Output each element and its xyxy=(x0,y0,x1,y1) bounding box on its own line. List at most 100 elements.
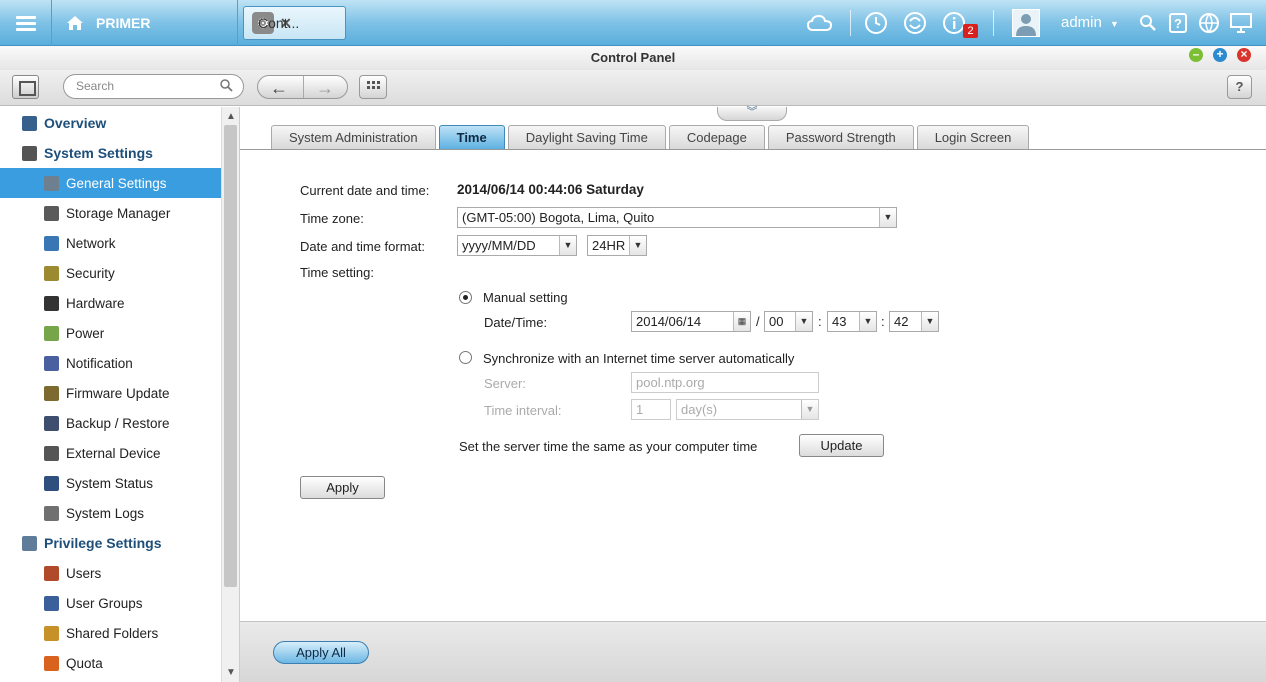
sidebar-item-storage-manager[interactable]: Storage Manager xyxy=(0,198,221,228)
second-select[interactable]: 42 ▼ xyxy=(889,311,939,332)
hour-select[interactable]: 00 ▼ xyxy=(764,311,813,332)
apply-all-button[interactable]: Apply All xyxy=(273,641,369,664)
sync-server-radio[interactable] xyxy=(459,351,472,364)
date-input[interactable]: 2014/06/14 ▦ xyxy=(631,311,751,332)
lock-icon xyxy=(44,265,59,281)
scroll-up-icon[interactable]: ▲ xyxy=(226,111,236,122)
clock-icon[interactable] xyxy=(862,9,890,37)
hour-format-select[interactable]: 24HR ▼ xyxy=(587,235,647,256)
interval-value: 1 xyxy=(636,402,644,417)
minimize-icon[interactable]: – xyxy=(1189,48,1203,62)
calendar-icon[interactable]: ▦ xyxy=(733,312,750,331)
tab-daylight-saving-time[interactable]: Daylight Saving Time xyxy=(507,125,666,149)
sidebar-item-system-status[interactable]: System Status xyxy=(0,468,221,498)
close-window-icon[interactable]: × xyxy=(1237,48,1251,62)
sidebar-item-power[interactable]: Power xyxy=(0,318,221,348)
toolbar: Search ← → ? xyxy=(0,70,1266,106)
search-icon[interactable] xyxy=(1134,9,1162,37)
sidebar-item-overview[interactable]: Overview xyxy=(0,108,221,138)
maximize-icon[interactable]: + xyxy=(1213,48,1227,62)
sidebar-item-label: Privilege Settings xyxy=(44,535,162,551)
search-icon[interactable] xyxy=(220,79,233,92)
current-datetime-label: Current date and time: xyxy=(300,183,430,198)
user-groups-icon xyxy=(44,595,59,611)
tab-system-administration[interactable]: System Administration xyxy=(271,125,436,149)
home-button[interactable]: PRIMER xyxy=(52,0,238,46)
sidebar-item-notification[interactable]: Notification xyxy=(0,348,221,378)
home-label: PRIMER xyxy=(96,15,151,31)
sidebar-item-network[interactable]: Network xyxy=(0,228,221,258)
sync-icon[interactable] xyxy=(901,9,929,37)
sidebar-item-privilege-settings[interactable]: Privilege Settings xyxy=(0,528,221,558)
sidebar-item-label: Quota xyxy=(66,655,103,671)
sidebar-item-users[interactable]: Users xyxy=(0,558,221,588)
chevron-down-icon: ▼ xyxy=(559,236,576,255)
chevron-down-icon: ▼ xyxy=(629,236,646,255)
tab-password-strength[interactable]: Password Strength xyxy=(767,125,914,149)
sidebar-item-hardware[interactable]: Hardware xyxy=(0,288,221,318)
main-menu-button[interactable] xyxy=(0,0,52,46)
sidebar-item-label: System Status xyxy=(66,475,154,491)
overview-icon xyxy=(22,115,37,131)
timezone-label: Time zone: xyxy=(300,211,364,226)
tab-login-screen[interactable]: Login Screen xyxy=(916,125,1030,149)
apply-button[interactable]: Apply xyxy=(300,476,385,499)
sidebar-item-label: General Settings xyxy=(66,175,167,191)
sidebar-scrollbar[interactable]: ▲ ▼ xyxy=(221,107,239,682)
sidebar-item-quota[interactable]: Quota xyxy=(0,648,221,678)
logs-icon xyxy=(44,505,59,521)
help-button[interactable]: ? xyxy=(1227,75,1252,99)
sidebar-item-label: Security xyxy=(66,265,115,281)
minute-select[interactable]: 43 ▼ xyxy=(827,311,877,332)
notification-badge: 2 xyxy=(963,24,978,38)
cloud-icon[interactable] xyxy=(806,9,834,37)
sidebar-item-label: System Logs xyxy=(66,505,145,521)
search-input[interactable]: Search xyxy=(63,74,244,99)
sidebar-toggle-button[interactable] xyxy=(12,75,39,99)
manual-setting-radio[interactable] xyxy=(459,291,472,304)
users-icon xyxy=(44,565,59,581)
globe-icon[interactable] xyxy=(1195,9,1223,37)
update-button[interactable]: Update xyxy=(799,434,884,457)
grid-icon xyxy=(367,81,380,89)
back-arrow-icon[interactable]: ← xyxy=(270,78,288,99)
sidebar-item-general-settings[interactable]: General Settings xyxy=(0,168,221,198)
quota-icon xyxy=(44,655,59,671)
collapse-tabs-button[interactable]: ︾ xyxy=(717,107,787,121)
tab-codepage[interactable]: Codepage xyxy=(668,125,765,149)
scroll-down-icon[interactable]: ▼ xyxy=(226,667,236,678)
sidebar-item-label: Power xyxy=(66,325,105,341)
forward-arrow-icon[interactable]: → xyxy=(316,78,334,99)
sidebar-item-system-settings[interactable]: System Settings xyxy=(0,138,221,168)
interval-input[interactable]: 1 xyxy=(631,399,671,420)
sidebar-item-backup-restore[interactable]: Backup / Restore xyxy=(0,408,221,438)
sidebar-item-firmware-update[interactable]: Firmware Update xyxy=(0,378,221,408)
power-icon xyxy=(44,325,59,341)
sidebar-item-security[interactable]: Security xyxy=(0,258,221,288)
tab-time[interactable]: Time xyxy=(438,125,505,149)
sidebar-item-label: External Device xyxy=(66,445,161,461)
app-tab-control-panel[interactable]: ⚙ Cont... ✕ xyxy=(243,6,346,40)
sidebar-item-system-logs[interactable]: System Logs xyxy=(0,498,221,528)
help-icon[interactable]: ? xyxy=(1164,9,1192,37)
sidebar-item-shared-folders[interactable]: Shared Folders xyxy=(0,618,221,648)
timezone-select[interactable]: (GMT-05:00) Bogota, Lima, Quito ▼ xyxy=(457,207,897,228)
sync-server-label: Synchronize with an Internet time server… xyxy=(483,351,795,366)
scrollbar-thumb[interactable] xyxy=(224,125,237,587)
chevron-down-icon: ▼ xyxy=(921,312,938,331)
monitor-icon[interactable] xyxy=(1227,9,1255,37)
avatar[interactable] xyxy=(1012,9,1040,37)
app-tab-label: Cont... xyxy=(258,15,300,31)
hamburger-icon xyxy=(15,13,36,34)
sidebar-item-user-groups[interactable]: User Groups xyxy=(0,588,221,618)
user-menu[interactable]: admin ▼ xyxy=(1061,14,1119,31)
chevron-down-icon: ▼ xyxy=(801,400,818,419)
server-input[interactable]: pool.ntp.org xyxy=(631,372,819,393)
sidebar-item-external-device[interactable]: External Device xyxy=(0,438,221,468)
all-apps-button[interactable] xyxy=(359,75,387,99)
interval-unit-select[interactable]: day(s) ▼ xyxy=(676,399,819,420)
second-value: 42 xyxy=(894,314,909,329)
date-format-select[interactable]: yyyy/MM/DD ▼ xyxy=(457,235,577,256)
hour-value: 00 xyxy=(769,314,784,329)
sidebar-item-label: Network xyxy=(66,235,116,251)
